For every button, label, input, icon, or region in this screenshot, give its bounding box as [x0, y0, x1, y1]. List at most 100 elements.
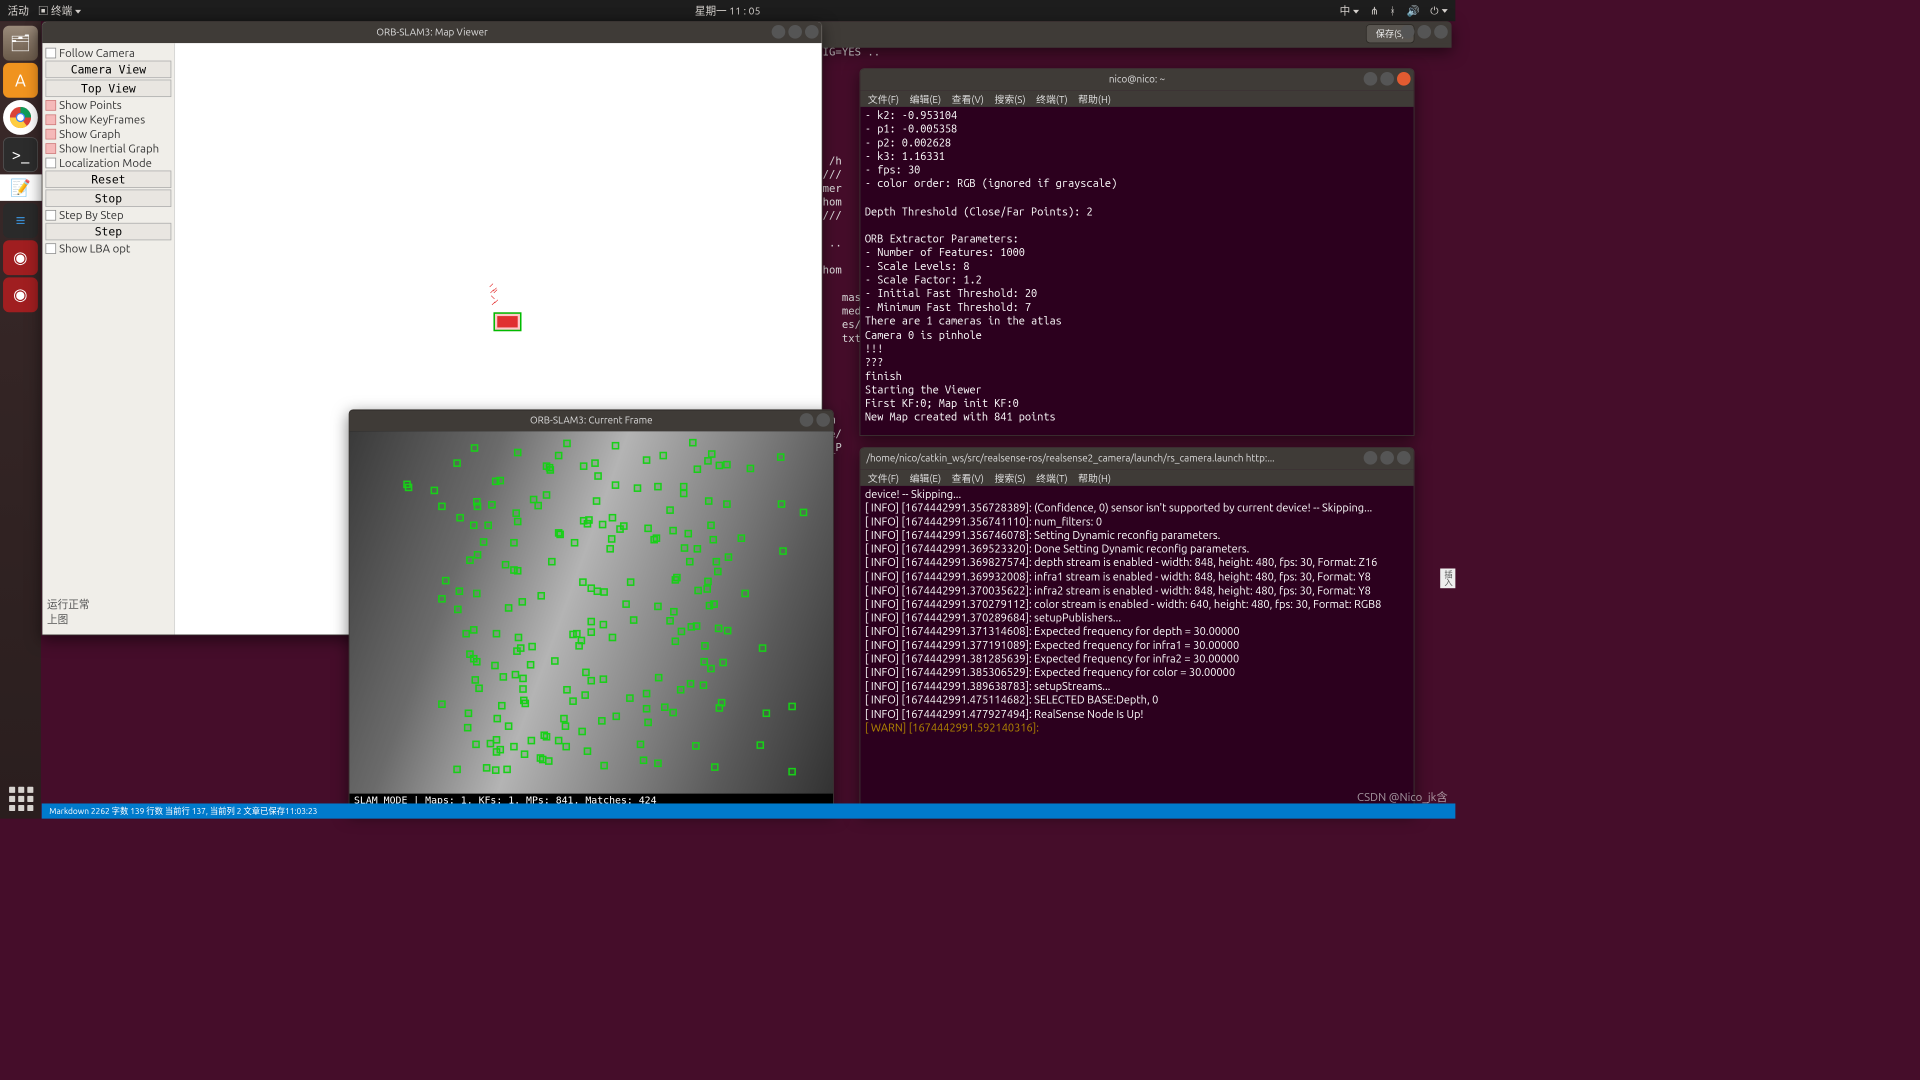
menu-item[interactable]: 帮助(H)	[1078, 471, 1111, 485]
show-graph-checkbox[interactable]: Show Graph	[45, 127, 171, 140]
localization-mode-checkbox[interactable]: Localization Mode	[45, 156, 171, 169]
feature-point	[599, 676, 607, 684]
feature-point	[488, 501, 496, 509]
minimize-icon[interactable]	[1364, 72, 1378, 86]
app-menu[interactable]: ▣ 终端	[38, 3, 81, 18]
feature-point	[612, 713, 620, 721]
note-line-2: 上图	[47, 612, 170, 627]
feature-point	[709, 536, 717, 544]
feature-point	[704, 577, 712, 585]
close-icon[interactable]	[816, 413, 830, 427]
show-applications-icon[interactable]	[9, 787, 33, 811]
minimize-icon[interactable]	[800, 413, 814, 427]
terminal-1-title: nico@nico: ~	[1109, 74, 1165, 85]
camera-view-button[interactable]: Camera View	[45, 61, 171, 78]
feature-point	[701, 658, 709, 666]
minimize-icon[interactable]	[1364, 451, 1378, 465]
feature-point	[510, 539, 518, 547]
menu-item[interactable]: 终端(T)	[1036, 471, 1067, 485]
top-view-button[interactable]: Top View	[45, 80, 171, 97]
app-icon-1[interactable]: ◉	[3, 240, 38, 275]
minimize-icon[interactable]	[772, 25, 786, 39]
feature-point	[661, 703, 669, 711]
close-icon[interactable]	[1434, 25, 1448, 39]
feature-point	[519, 685, 527, 693]
terminal-icon[interactable]: >_	[3, 137, 38, 172]
feature-point	[587, 629, 595, 637]
stop-button[interactable]: Stop	[45, 190, 171, 207]
volume-icon[interactable]: 🔊	[1406, 4, 1419, 17]
show-lba-checkbox[interactable]: Show LBA opt	[45, 242, 171, 255]
bluetooth-icon[interactable]: ᚼ	[1389, 5, 1395, 17]
terminal-2-menubar[interactable]: 文件(F) 编辑(E) 查看(V) 搜索(S) 终端(T) 帮助(H)	[860, 469, 1413, 486]
feature-point	[545, 758, 553, 766]
show-keyframes-checkbox[interactable]: Show KeyFrames	[45, 113, 171, 126]
feature-point	[737, 534, 745, 542]
power-icon[interactable]: ⏻	[1430, 4, 1447, 17]
feature-point	[470, 626, 478, 634]
close-icon[interactable]	[1397, 451, 1411, 465]
feature-point	[542, 462, 550, 470]
ubuntu-software-icon[interactable]: A	[3, 63, 38, 98]
feature-point	[528, 642, 536, 650]
terminal-2-output[interactable]: device! -- Skipping... [ INFO] [16744429…	[860, 486, 1413, 736]
feature-point	[639, 757, 647, 765]
feature-point	[708, 450, 716, 458]
feature-point	[694, 587, 702, 595]
vscode-icon[interactable]: ≡	[3, 203, 38, 238]
feature-point	[724, 554, 732, 562]
files-icon[interactable]: 🗂	[3, 26, 38, 61]
menu-item[interactable]: 终端(T)	[1036, 92, 1067, 106]
feature-point	[669, 526, 677, 534]
feature-point	[759, 644, 767, 652]
step-by-step-checkbox[interactable]: Step By Step	[45, 208, 171, 221]
follow-camera-checkbox[interactable]: Follow Camera	[45, 46, 171, 59]
minimize-icon[interactable]	[1401, 25, 1415, 39]
maximize-icon[interactable]	[788, 25, 802, 39]
menu-item[interactable]: 查看(V)	[952, 92, 984, 106]
feature-point	[608, 514, 616, 522]
menu-item[interactable]: 编辑(E)	[910, 92, 941, 106]
feature-point	[644, 524, 652, 532]
app-icon-2[interactable]: ◉	[3, 277, 38, 312]
menu-item[interactable]: 文件(F)	[868, 92, 899, 106]
show-inertial-checkbox[interactable]: Show Inertial Graph	[45, 142, 171, 155]
reset-button[interactable]: Reset	[45, 171, 171, 188]
feature-point	[474, 503, 482, 511]
feature-point	[483, 764, 491, 772]
terminal-1-menubar[interactable]: 文件(F) 编辑(E) 查看(V) 搜索(S) 终端(T) 帮助(H)	[860, 90, 1413, 107]
clock[interactable]: 星期一 11 : 05	[695, 3, 761, 18]
menu-item[interactable]: 搜索(S)	[994, 471, 1025, 485]
feature-point	[462, 630, 470, 638]
chrome-icon[interactable]	[3, 100, 38, 135]
maximize-icon[interactable]	[1380, 72, 1394, 86]
maximize-icon[interactable]	[1417, 25, 1431, 39]
feature-point	[520, 697, 528, 705]
feature-point	[686, 558, 694, 566]
show-points-checkbox[interactable]: Show Points	[45, 99, 171, 112]
feature-point	[723, 500, 731, 508]
menu-item[interactable]: 查看(V)	[952, 471, 984, 485]
terminal-2-title: /home/nico/catkin_ws/src/realsense-ros/r…	[866, 453, 1274, 464]
menu-item[interactable]: 搜索(S)	[994, 92, 1025, 106]
feature-point	[643, 690, 651, 698]
feature-point	[788, 703, 796, 711]
input-method-indicator[interactable]: 中	[1340, 3, 1360, 18]
terminal-1-output[interactable]: - k2: -0.953104 - p1: -0.005358 - p2: 0.…	[860, 107, 1413, 425]
menu-item[interactable]: 编辑(E)	[910, 471, 941, 485]
map-viewer-title: ORB-SLAM3: Map Viewer	[376, 27, 487, 38]
maximize-icon[interactable]	[1380, 451, 1394, 465]
network-icon[interactable]: ⋔	[1370, 4, 1379, 17]
feature-point	[704, 585, 712, 593]
menu-item[interactable]: 文件(F)	[868, 471, 899, 485]
step-button[interactable]: Step	[45, 223, 171, 240]
feature-point	[757, 742, 765, 750]
menu-item[interactable]: 帮助(H)	[1078, 92, 1111, 106]
close-icon[interactable]	[805, 25, 819, 39]
activities-button[interactable]: 活动	[8, 3, 29, 18]
feature-point	[643, 456, 651, 464]
feature-point	[584, 747, 592, 755]
feature-point	[593, 497, 601, 505]
feature-point	[560, 715, 568, 723]
close-icon[interactable]	[1397, 72, 1411, 86]
